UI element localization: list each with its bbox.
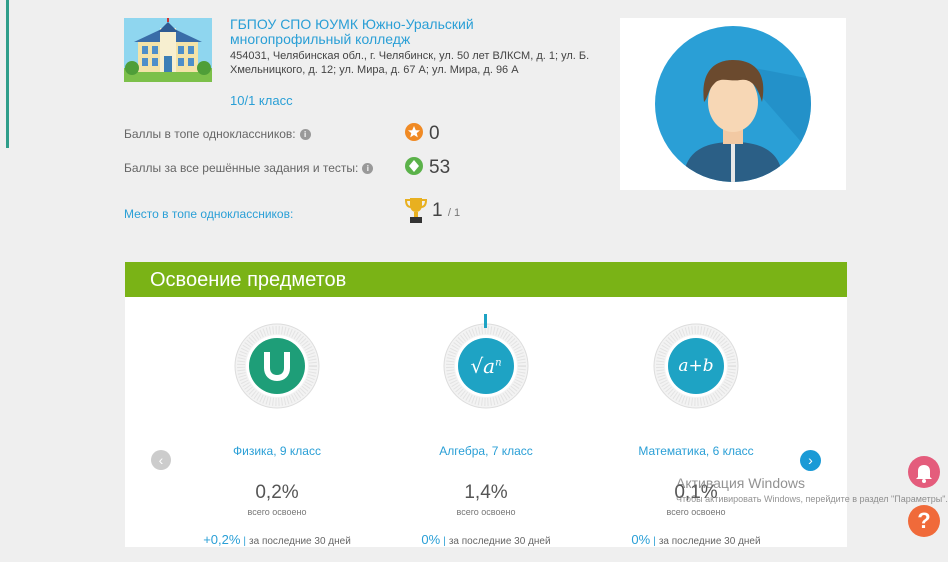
subject-percent-caption: всего освоено [666, 507, 726, 517]
info-icon[interactable]: i [362, 163, 374, 174]
subjects-panel: Освоение предметов ‹ › Физика, 9 класс 0… [125, 262, 847, 547]
sqrt-icon-sup: n [495, 357, 502, 369]
delta-caption: за последние 30 дней [249, 536, 351, 547]
subject-card-math[interactable]: a+b Математика, 6 класс 0,1% всего освое… [606, 322, 786, 562]
subject-delta: 0% | за последние 30 дней [421, 532, 551, 547]
subject-link[interactable]: Алгебра, 7 класс [396, 444, 576, 458]
help-button[interactable]: ? [908, 505, 940, 537]
subject-card-physics[interactable]: Физика, 9 класс 0,2% всего освоено +0,2%… [187, 322, 367, 562]
subject-delta: +0,2% | за последние 30 дней [203, 532, 351, 547]
subject-percent: 0,1% [674, 482, 718, 503]
all-points-value: 53 [405, 157, 450, 179]
carousel-next-button[interactable]: › [800, 450, 821, 471]
subject-percent: 0,2% [255, 482, 299, 503]
trophy-icon [405, 198, 427, 223]
school-building-icon [124, 18, 212, 82]
delta-value: 0% [421, 532, 441, 547]
delta-value: 0% [631, 532, 651, 547]
school-address: 454031, Челябинская обл., г. Челябинск, … [230, 50, 590, 76]
delta-caption: за последние 30 дней [448, 536, 551, 547]
place-total: / 1 [447, 207, 461, 219]
class-link[interactable]: 10/1 класс [230, 93, 293, 108]
carousel-prev-button[interactable]: ‹ [151, 450, 171, 470]
place-in-top-link[interactable]: Место в топе одноклассников: [124, 207, 293, 221]
bell-icon [916, 465, 932, 483]
school-name-link[interactable]: ГБПОУ СПО ЮУМК Южно-Уральский многопрофи… [230, 17, 590, 47]
all-points-label: Баллы за все решённые задания и тесты: i [124, 161, 374, 175]
subject-link[interactable]: Математика, 6 класс [606, 444, 786, 458]
subject-percent-caption: всего освоено [456, 507, 516, 517]
subject-percent-caption: всего освоено [247, 507, 307, 517]
a-plus-b-icon: a+b [678, 356, 714, 376]
star-badge-icon [405, 123, 423, 141]
notifications-button[interactable] [908, 456, 940, 488]
all-points-number: 53 [429, 157, 451, 178]
place-value: 1 / 1 [432, 200, 460, 222]
left-accent-bar [6, 0, 9, 148]
subjects-panel-title: Освоение предметов [125, 262, 847, 297]
sqrt-icon: √an [396, 354, 576, 378]
top-points-label: Баллы в топе одноклассников: i [124, 127, 311, 141]
subject-percent: 1,4% [464, 482, 508, 503]
place-number: 1 [432, 200, 443, 221]
subject-delta: 0% | за последние 30 дней [631, 532, 761, 547]
top-points-label-text: Баллы в топе одноклассников: [124, 127, 296, 141]
subject-card-algebra[interactable]: √an Алгебра, 7 класс 1,4% всего освоено … [396, 314, 576, 562]
progress-ring [234, 323, 320, 409]
all-points-label-text: Баллы за все решённые задания и тесты: [124, 161, 359, 175]
subject-link[interactable]: Физика, 9 класс [187, 444, 367, 458]
top-points-value: 0 [405, 123, 440, 145]
diamond-badge-icon [405, 157, 423, 175]
user-avatar[interactable] [620, 18, 846, 190]
delta-caption: за последние 30 дней [658, 536, 761, 547]
progress-marker [484, 314, 487, 328]
avatar-illustration [655, 26, 811, 182]
delta-value: +0,2% [203, 532, 241, 547]
top-points-number: 0 [429, 123, 440, 144]
sqrt-icon-text: √a [470, 354, 496, 378]
info-icon[interactable]: i [299, 129, 311, 140]
